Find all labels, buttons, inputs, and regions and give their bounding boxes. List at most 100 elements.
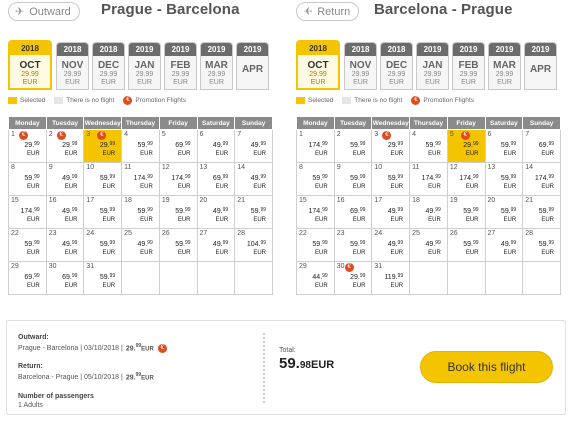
month-tab-feb[interactable]: 2019 FEB 29.99 EUR: [164, 42, 197, 90]
calendar-day-14[interactable]: 14 49.99 EUR: [234, 162, 273, 196]
calendar-day-21[interactable]: 21 59.99 EUR: [234, 195, 273, 229]
month-tab-nov[interactable]: 2018 NOV 29.99 EUR: [344, 42, 377, 90]
calendar-day-12[interactable]: 12 174.99 EUR: [158, 162, 198, 196]
month-tab-jan[interactable]: 2019 JAN 29.99 EUR: [416, 42, 449, 90]
calendar-day-1[interactable]: 1 €29.99 EUR: [8, 129, 47, 163]
calendar-day-9[interactable]: 9 59.99 EUR: [333, 162, 373, 196]
calendar-day-10[interactable]: 10 59.99 EUR: [83, 162, 123, 196]
day-price: 59.99 EUR: [350, 240, 366, 257]
calendar-day-26[interactable]: 26 59.99 EUR: [158, 228, 198, 262]
summary-outward-price: 29.99EUR: [125, 343, 154, 353]
day-price: 29.99 EUR: [387, 141, 404, 158]
calendar-day-11[interactable]: 11 174.99 EUR: [121, 162, 160, 196]
calendar-day-30[interactable]: 30 69.99 EUR: [45, 261, 85, 295]
calendar-day-2[interactable]: 2 59.99 EUR: [333, 129, 373, 163]
weekday-header: Tuesday: [333, 116, 373, 130]
calendar-day-15[interactable]: 15 174.99 EUR: [8, 195, 47, 229]
calendar-day-9[interactable]: 9 49.99 EUR: [45, 162, 85, 196]
calendar-day-6[interactable]: 6 49.99 EUR: [196, 129, 236, 163]
day-price: 29.99 EUR: [99, 141, 116, 158]
calendar-day-2[interactable]: 2 €29.99 EUR: [45, 129, 85, 163]
return-toggle-button[interactable]: ✈ Return: [296, 2, 360, 21]
calendar-day-27[interactable]: 27 49.99 EUR: [484, 228, 524, 262]
calendar-day-8[interactable]: 8 59.99 EUR: [8, 162, 47, 196]
calendar-day-25[interactable]: 25 49.99 EUR: [409, 228, 448, 262]
day-price: 59.99 EUR: [500, 141, 517, 158]
month-tab-oct[interactable]: 2018 OCT 29.99 EUR: [8, 40, 52, 90]
calendar-day-6[interactable]: 6 59.99 EUR: [484, 129, 524, 163]
day-price: 49.99 EUR: [387, 207, 404, 224]
month-tab-apr[interactable]: 2019 APR: [236, 42, 269, 90]
calendar-day-23[interactable]: 23 49.99 EUR: [45, 228, 85, 262]
month-tab-dec[interactable]: 2018 DEC 29.99 EUR: [92, 42, 125, 90]
month-currency: EUR: [137, 79, 152, 86]
calendar-day-22[interactable]: 22 59.99 EUR: [296, 228, 335, 262]
month-name: MAR: [205, 60, 228, 71]
calendar-day-13[interactable]: 13 59.99 EUR: [484, 162, 524, 196]
calendar-day-29[interactable]: 29 44.99 EUR: [296, 261, 335, 295]
calendar-day-31[interactable]: 31 59.99 EUR: [83, 261, 123, 295]
calendar-day-24[interactable]: 24 59.99 EUR: [83, 228, 123, 262]
calendar-day-10[interactable]: 10 59.99 EUR: [371, 162, 411, 196]
day-price: 174.99 EUR: [20, 207, 40, 224]
calendar-day-3[interactable]: 3 €29.99 EUR: [371, 129, 411, 163]
day-price: 69.99 EUR: [24, 273, 40, 290]
calendar-day-5[interactable]: 5 €29.99 EUR: [446, 129, 486, 163]
calendar-day-17[interactable]: 17 49.99 EUR: [371, 195, 411, 229]
day-price: 174.99 EUR: [459, 174, 479, 191]
calendar-day-15[interactable]: 15 174.99 EUR: [296, 195, 335, 229]
calendar-day-31[interactable]: 31 119.99 EUR: [371, 261, 411, 295]
calendar-day-16[interactable]: 16 49.99 EUR: [45, 195, 85, 229]
day-number: 30: [336, 263, 345, 270]
calendar-day-8[interactable]: 8 59.99 EUR: [296, 162, 335, 196]
month-tab-apr[interactable]: 2019 APR: [524, 42, 557, 90]
calendar-day-23[interactable]: 23 59.99 EUR: [333, 228, 373, 262]
calendar-day-28[interactable]: 28 104.99 EUR: [234, 228, 273, 262]
month-currency: EUR: [209, 79, 224, 86]
month-tab-jan[interactable]: 2019 JAN 29.99 EUR: [128, 42, 161, 90]
month-tab-feb[interactable]: 2019 FEB 29.99 EUR: [452, 42, 485, 90]
calendar-day-7[interactable]: 7 49.99 EUR: [234, 129, 273, 163]
calendar-day-4[interactable]: 4 59.99 EUR: [121, 129, 160, 163]
calendar-day-28[interactable]: 28 59.99 EUR: [522, 228, 561, 262]
calendar-day-27[interactable]: 27 49.99 EUR: [196, 228, 236, 262]
month-tab-oct[interactable]: 2018 OCT 29.99 EUR: [296, 40, 340, 90]
month-price: 29.99: [207, 71, 226, 78]
calendar-day-30[interactable]: 30 €29.99 EUR: [333, 261, 373, 295]
calendar-day-25[interactable]: 25 49.99 EUR: [121, 228, 160, 262]
legend-no-flight-label: There is no flight: [354, 97, 403, 104]
day-number: 9: [336, 164, 341, 171]
month-tab-nov[interactable]: 2018 NOV 29.99 EUR: [56, 42, 89, 90]
calendar-day-21[interactable]: 21 59.99 EUR: [522, 195, 561, 229]
calendar-day-29[interactable]: 29 69.99 EUR: [8, 261, 47, 295]
calendar-day-20[interactable]: 20 49.99 EUR: [196, 195, 236, 229]
month-tab-mar[interactable]: 2019 MAR 29.99 EUR: [488, 42, 521, 90]
calendar-day-18[interactable]: 18 49.99 EUR: [409, 195, 448, 229]
month-tab-dec[interactable]: 2018 DEC 29.99 EUR: [380, 42, 413, 90]
month-tab-mar[interactable]: 2019 MAR 29.99 EUR: [200, 42, 233, 90]
day-price: 29.99 EUR: [463, 141, 479, 158]
day-number: 28: [525, 230, 534, 237]
calendar-day-16[interactable]: 16 69.99 EUR: [333, 195, 373, 229]
calendar-day-20[interactable]: 20 59.99 EUR: [484, 195, 524, 229]
calendar-day-19[interactable]: 19 59.99 EUR: [446, 195, 486, 229]
calendar-day-17[interactable]: 17 59.99 EUR: [83, 195, 123, 229]
calendar-day-3[interactable]: 3 €29.99 EUR: [83, 129, 123, 163]
calendar-day-24[interactable]: 24 49.99 EUR: [371, 228, 411, 262]
calendar-day-7[interactable]: 7 69.99 EUR: [522, 129, 561, 163]
book-flight-button[interactable]: Book this flight: [420, 351, 553, 383]
day-number: 16: [48, 197, 57, 204]
day-number: 24: [86, 230, 95, 237]
calendar-day-19[interactable]: 19 59.99 EUR: [158, 195, 198, 229]
calendar-day-5[interactable]: 5 69.99 EUR: [158, 129, 198, 163]
calendar-day-22[interactable]: 22 59.99 EUR: [8, 228, 47, 262]
calendar-day-1[interactable]: 1 174.99 EUR: [296, 129, 335, 163]
calendar-day-13[interactable]: 13 69.99 EUR: [196, 162, 236, 196]
outward-toggle-button[interactable]: ✈ Outward: [8, 2, 80, 21]
calendar-day-11[interactable]: 11 174.99 EUR: [409, 162, 448, 196]
calendar-day-4[interactable]: 4 59.99 EUR: [409, 129, 448, 163]
calendar-day-12[interactable]: 12 174.99 EUR: [446, 162, 486, 196]
calendar-day-14[interactable]: 14 174.99 EUR: [522, 162, 561, 196]
calendar-day-26[interactable]: 26 59.99 EUR: [446, 228, 486, 262]
calendar-day-18[interactable]: 18 59.99 EUR: [121, 195, 160, 229]
